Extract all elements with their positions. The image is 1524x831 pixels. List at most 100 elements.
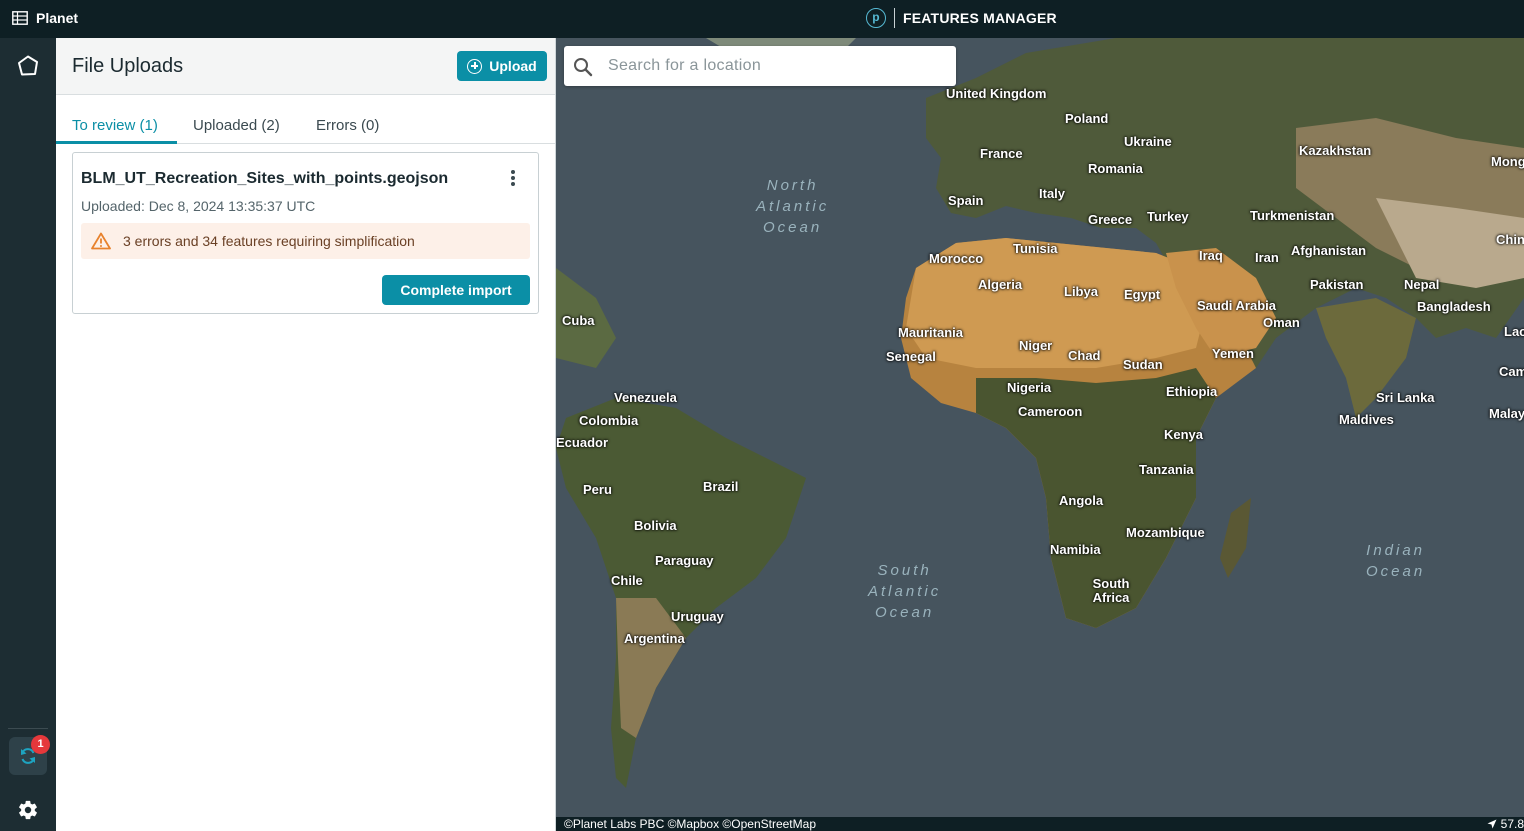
warning-triangle-icon — [91, 232, 111, 250]
country-label: Kazakhstan — [1299, 143, 1372, 158]
map-terrain — [556, 38, 1524, 831]
app-title: p FEATURES MANAGER — [866, 8, 1057, 28]
country-label: Chin — [1496, 232, 1524, 247]
upload-tabs: To review (1) Uploaded (2) Errors (0) — [56, 95, 555, 144]
country-label: Kenya — [1164, 427, 1204, 442]
country-label: Pakistan — [1310, 277, 1364, 292]
planet-logo-icon: p — [866, 8, 886, 28]
country-label: Argentina — [624, 631, 685, 646]
country-label: Brazil — [703, 479, 739, 494]
brand[interactable]: Planet — [12, 10, 78, 26]
country-label: Malay — [1489, 406, 1524, 421]
upload-button[interactable]: Upload — [457, 51, 547, 81]
search-input[interactable] — [608, 46, 948, 86]
plus-circle-icon — [467, 58, 483, 74]
country-label: Afghanistan — [1291, 243, 1367, 258]
country-label: Nigeria — [1007, 380, 1052, 395]
country-label: Venezuela — [614, 390, 677, 405]
country-label: Yemen — [1212, 346, 1254, 361]
upload-button-label: Upload — [489, 58, 537, 74]
ocean-label: North Atlantic Ocean — [756, 177, 830, 236]
country-label: Angola — [1059, 493, 1104, 508]
country-label: United Kingdom — [946, 86, 1047, 101]
country-label: Uruguay — [671, 609, 724, 624]
active-tab-indicator — [56, 141, 177, 144]
notification-badge: 1 — [31, 735, 50, 754]
upload-card: BLM_UT_Recreation_Sites_with_points.geoj… — [72, 152, 539, 314]
tab-uploaded[interactable]: Uploaded (2) — [193, 117, 280, 134]
country-label: Niger — [1019, 338, 1053, 353]
left-rail: 1 — [0, 38, 56, 831]
country-label: Paraguay — [655, 553, 714, 568]
map-view[interactable]: NorthAtlanticOcean SouthAtlanticOcean In… — [556, 38, 1524, 831]
country-label: Tunisia — [1013, 241, 1058, 256]
country-label: Lao — [1504, 324, 1524, 339]
country-label: Bangladesh — [1417, 299, 1491, 314]
country-label: Spain — [948, 193, 984, 208]
country-label: Libya — [1064, 284, 1098, 299]
panel-title: File Uploads — [72, 55, 184, 77]
title-divider — [894, 8, 895, 28]
country-label: Bolivia — [634, 518, 677, 533]
country-label: Sudan — [1123, 357, 1163, 372]
country-label: Namibia — [1050, 542, 1101, 557]
map-scale: 57.8 — [1487, 817, 1524, 831]
ocean-label: South Atlantic Ocean — [868, 562, 942, 621]
country-label: Saudi Arabia — [1197, 298, 1276, 313]
panel-header: File Uploads Upload — [56, 38, 555, 95]
navigation-arrow-icon — [1487, 819, 1497, 829]
country-label: Mauritania — [898, 325, 964, 340]
country-label: Iraq — [1199, 248, 1223, 263]
country-label: Poland — [1065, 111, 1109, 126]
country-label: Italy — [1039, 186, 1066, 201]
location-search[interactable] — [564, 46, 956, 86]
complete-import-button[interactable]: Complete import — [382, 275, 530, 305]
brand-name: Planet — [36, 10, 79, 26]
country-label: Tanzania — [1139, 462, 1194, 477]
country-label: France — [980, 146, 1023, 161]
country-label: Oman — [1263, 315, 1300, 330]
country-label: Sri Lanka — [1376, 390, 1435, 405]
country-label: Turkey — [1147, 209, 1189, 224]
country-label: Senegal — [886, 349, 936, 364]
rail-divider — [8, 728, 48, 729]
upload-filename: BLM_UT_Recreation_Sites_with_points.geoj… — [81, 170, 449, 187]
country-label: Algeria — [978, 277, 1023, 292]
polygon-icon[interactable] — [16, 54, 40, 78]
country-label: Maldives — [1339, 412, 1394, 427]
map-attribution-bar: ©Planet Labs PBC ©Mapbox ©OpenStreetMap … — [556, 817, 1524, 831]
country-label: Iran — [1255, 250, 1279, 265]
ocean-label: Indian Ocean — [1366, 542, 1426, 580]
country-label: Ukraine — [1124, 134, 1172, 149]
country-label: Morocco — [929, 251, 984, 266]
country-label: Cuba — [562, 313, 595, 328]
country-label: South Africa — [1092, 576, 1130, 605]
country-label: Greece — [1088, 212, 1133, 227]
tab-errors[interactable]: Errors (0) — [316, 117, 379, 134]
country-label: Colombia — [579, 413, 639, 428]
more-options-icon[interactable] — [506, 170, 520, 188]
top-bar: Planet p FEATURES MANAGER — [0, 0, 1524, 38]
upload-timestamp: Uploaded: Dec 8, 2024 13:35:37 UTC — [81, 198, 316, 214]
search-icon — [574, 58, 593, 77]
scale-value: 57.8 — [1500, 817, 1524, 831]
app-title-text: FEATURES MANAGER — [903, 10, 1057, 26]
country-label: Chad — [1068, 348, 1101, 363]
country-label: Turkmenistan — [1250, 208, 1335, 223]
file-uploads-panel: File Uploads Upload To review (1) Upload… — [56, 38, 556, 831]
country-label: Cameroon — [1018, 404, 1083, 419]
attribution-text[interactable]: ©Planet Labs PBC ©Mapbox ©OpenStreetMap — [564, 817, 816, 831]
building-grid-icon — [12, 11, 28, 25]
tab-to-review[interactable]: To review (1) — [72, 117, 158, 134]
country-label: Cam — [1499, 364, 1524, 379]
country-label: Ecuador — [556, 435, 609, 450]
country-label: Peru — [583, 482, 612, 497]
country-label: Nepal — [1404, 277, 1440, 292]
country-label: Mozambique — [1126, 525, 1205, 540]
country-label: Romania — [1088, 161, 1143, 176]
country-label: Ethiopia — [1166, 384, 1218, 399]
country-label: Mong — [1491, 154, 1524, 169]
gear-icon[interactable] — [17, 799, 39, 821]
country-label: Chile — [611, 573, 643, 588]
warning-banner: 3 errors and 34 features requiring simpl… — [81, 223, 530, 259]
